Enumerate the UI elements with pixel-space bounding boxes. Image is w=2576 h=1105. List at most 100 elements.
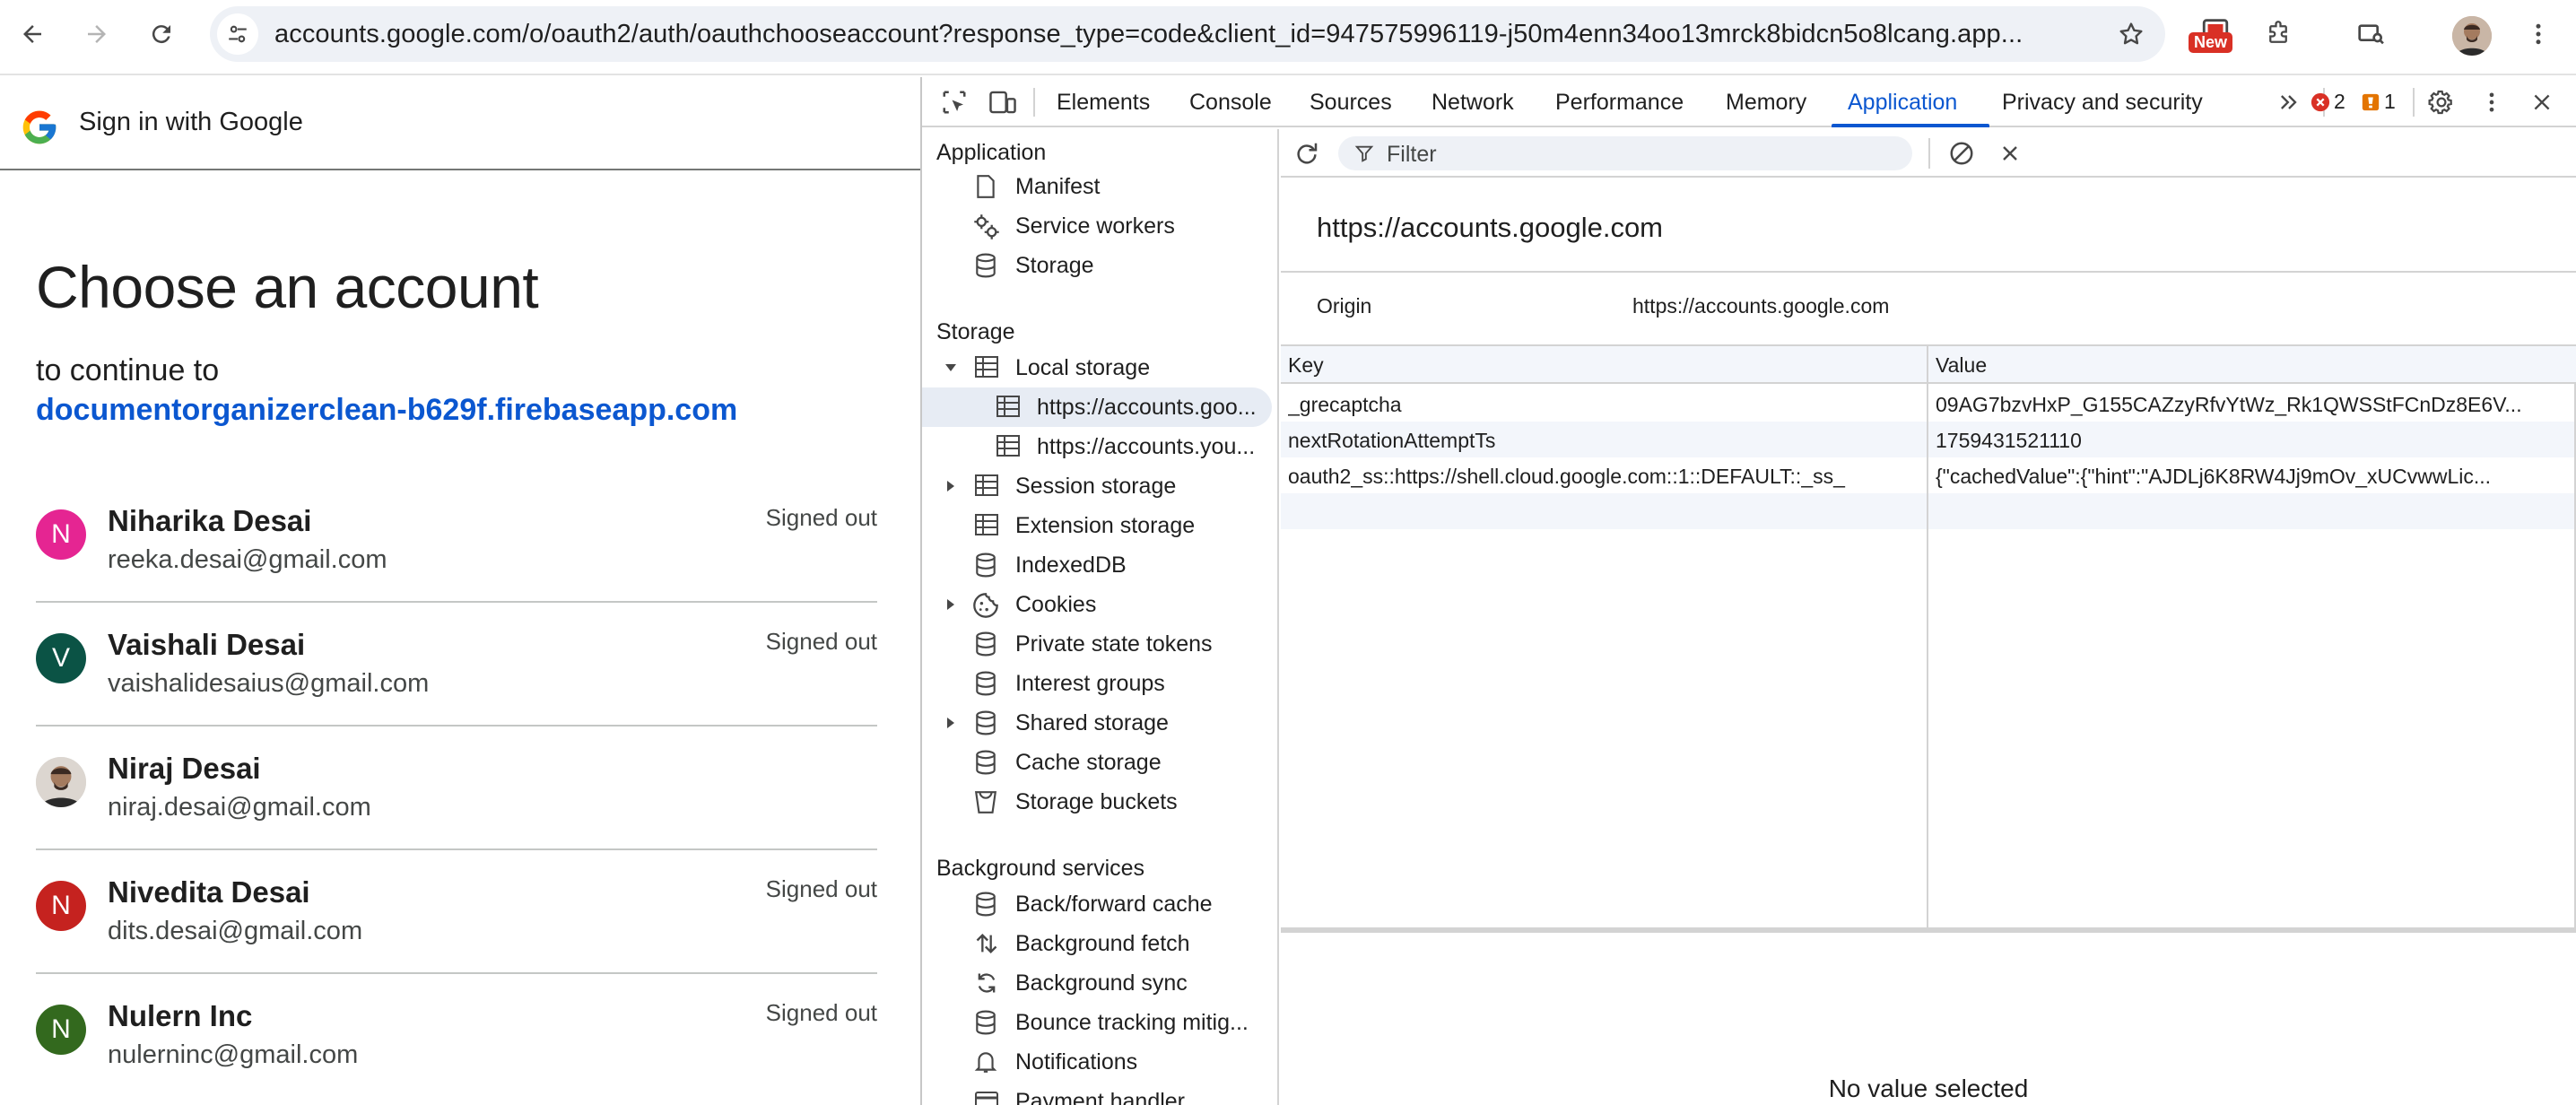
tab-elements[interactable]: Elements <box>1057 77 1150 127</box>
bookmark-star-icon[interactable] <box>2117 20 2145 48</box>
delete-selected-button[interactable] <box>1989 133 2031 174</box>
active-tab-indicator <box>1832 124 1989 127</box>
refresh-button[interactable] <box>1286 133 1327 174</box>
error-count-badge[interactable]: 2 <box>2311 90 2345 114</box>
device-toggle-icon <box>989 91 1016 114</box>
account-status: Signed out <box>765 875 877 902</box>
tab-search-button[interactable] <box>2350 13 2393 56</box>
account-item[interactable]: N Nulern Inc nulerninc@gmail.com Signed … <box>36 974 877 1098</box>
back-button[interactable] <box>11 13 54 56</box>
continue-text: to continue to <box>36 353 220 387</box>
chrome-menu-button[interactable] <box>2517 13 2560 56</box>
column-header-value[interactable]: Value <box>1936 353 1987 378</box>
tab-network[interactable]: Network <box>1432 77 1514 127</box>
sidebar-item-private-state-tokens[interactable]: Private state tokens <box>922 624 1277 664</box>
gears-icon <box>974 214 999 239</box>
sidebar-item-cache-storage[interactable]: Cache storage <box>922 743 1277 782</box>
avatar <box>36 757 86 807</box>
tune-icon <box>229 25 247 43</box>
forward-button[interactable] <box>75 13 118 56</box>
storage-toolbar: Filter <box>1281 129 2576 178</box>
sidebar-item-local-storage[interactable]: Local storage <box>922 348 1277 387</box>
sidebar-item-storage-buckets[interactable]: Storage buckets <box>922 782 1277 822</box>
profile-avatar[interactable] <box>2452 16 2492 56</box>
account-item[interactable]: V Vaishali Desai vaishalidesaius@gmail.c… <box>36 603 877 727</box>
inspect-element-button[interactable] <box>933 81 976 124</box>
clear-all-button[interactable] <box>1941 133 1982 174</box>
database-icon <box>976 631 996 657</box>
warning-flag-icon <box>2362 93 2380 110</box>
sidebar-item-label: Shared storage <box>1015 710 1169 735</box>
tab-memory[interactable]: Memory <box>1726 77 1806 127</box>
sidebar-item-background-sync[interactable]: Background sync <box>922 963 1277 1003</box>
account-status: Signed out <box>765 999 877 1026</box>
sidebar-item-notifications[interactable]: Notifications <box>922 1042 1277 1082</box>
site-info-button[interactable] <box>217 13 258 55</box>
sidebar-item-label: Storage buckets <box>1015 789 1178 814</box>
sidebar-item-service-workers[interactable]: Service workers <box>922 206 1277 246</box>
tab-application[interactable]: Application <box>1848 77 1957 127</box>
account-item[interactable]: N Niharika Desai reeka.desai@gmail.com S… <box>36 479 877 603</box>
column-divider[interactable] <box>1927 346 1928 927</box>
account-name: Niraj Desai <box>108 752 261 785</box>
database-icon <box>976 552 996 578</box>
sidebar-item-label: Background sync <box>1015 970 1188 996</box>
sidebar-item-label: Bounce tracking mitig... <box>1015 1010 1249 1035</box>
column-header-key[interactable]: Key <box>1288 353 1324 378</box>
sidebar-item-background-fetch[interactable]: Background fetch <box>922 924 1277 963</box>
bucket-icon <box>974 791 997 814</box>
browser-toolbar: accounts.google.com/o/oauth2/auth/oauthc… <box>0 0 2576 75</box>
bell-icon <box>974 1052 997 1073</box>
address-bar[interactable]: accounts.google.com/o/oauth2/auth/oauthc… <box>210 6 2165 62</box>
tabbar-separator <box>1033 88 1035 117</box>
sidebar-item-label: Session storage <box>1015 474 1177 499</box>
device-toolbar-button[interactable] <box>981 81 1024 124</box>
warning-count-badge[interactable]: 1 <box>2361 90 2396 114</box>
account-item[interactable]: Niraj Desai niraj.desai@gmail.com <box>36 727 877 850</box>
sidebar-item-label: Interest groups <box>1015 671 1165 696</box>
devtools-panel: Elements Console Sources Network Perform… <box>922 77 2576 1105</box>
refresh-icon <box>1297 143 1318 164</box>
sidebar-item-storage[interactable]: Storage <box>922 246 1277 285</box>
origin-title: https://accounts.google.com <box>1317 212 1664 243</box>
sidebar-item-indexeddb[interactable]: IndexedDB <box>922 545 1277 585</box>
tab-privacy-security[interactable]: Privacy and security <box>2002 77 2203 127</box>
sidebar-item-bounce-tracking[interactable]: Bounce tracking mitig... <box>922 1003 1277 1042</box>
account-email: reeka.desai@gmail.com <box>108 545 387 574</box>
sidebar-item-manifest[interactable]: Manifest <box>922 167 1277 206</box>
settings-button[interactable] <box>2420 81 2463 124</box>
tab-console[interactable]: Console <box>1189 77 1272 127</box>
signin-page: Sign in with Google Choose an account to… <box>0 77 920 1105</box>
select-element-icon <box>943 91 966 114</box>
sidebar-item-session-storage[interactable]: Session storage <box>922 466 1277 506</box>
sidebar-item-local-storage-accounts-youtube[interactable]: https://accounts.you... <box>922 427 1277 466</box>
extensions-button[interactable] <box>2257 13 2300 56</box>
url-text[interactable]: accounts.google.com/o/oauth2/auth/oauthc… <box>274 6 2104 62</box>
table-icon <box>996 435 1020 457</box>
sidebar-item-label: Payment handler <box>1015 1089 1186 1105</box>
account-item[interactable]: N Nivedita Desai dits.desai@gmail.com Si… <box>36 850 877 974</box>
app-link[interactable]: documentorganizerclean-b629f.firebaseapp… <box>36 393 737 428</box>
row-key: nextRotationAttemptTs <box>1288 429 1496 452</box>
tab-sources[interactable]: Sources <box>1310 77 1392 127</box>
filter-input[interactable]: Filter <box>1338 136 1912 170</box>
sidebar-item-back-forward-cache[interactable]: Back/forward cache <box>922 884 1277 924</box>
sidebar-item-cookies[interactable]: Cookies <box>922 585 1277 624</box>
account-email: niraj.desai@gmail.com <box>108 793 371 822</box>
split-divider[interactable] <box>1281 929 2576 933</box>
triangle-right-icon <box>947 481 954 492</box>
reload-button[interactable] <box>140 13 183 56</box>
sidebar-item-extension-storage[interactable]: Extension storage <box>922 506 1277 545</box>
sidebar-item-local-storage-accounts-google[interactable]: https://accounts.goo... <box>922 387 1272 427</box>
sidebar-item-payment-handler[interactable]: Payment handler <box>922 1082 1277 1105</box>
sidebar-item-interest-groups[interactable]: Interest groups <box>922 664 1277 703</box>
account-name: Niharika Desai <box>108 504 312 537</box>
table-icon <box>975 474 998 496</box>
more-tabs-button[interactable] <box>2267 81 2311 124</box>
close-devtools-button[interactable] <box>2520 81 2563 124</box>
sidebar-item-label: Manifest <box>1015 174 1101 199</box>
tab-performance[interactable]: Performance <box>1555 77 1684 127</box>
devtools-menu-button[interactable] <box>2470 81 2513 124</box>
sidebar-item-label: Cookies <box>1015 592 1097 617</box>
sidebar-item-shared-storage[interactable]: Shared storage <box>922 703 1277 743</box>
